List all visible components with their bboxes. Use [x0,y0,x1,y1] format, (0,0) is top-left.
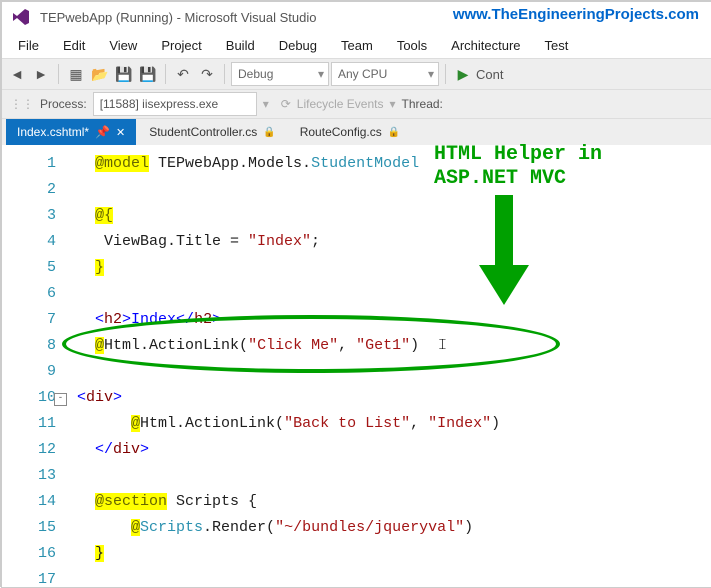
code-line [68,567,711,588]
platform-dropdown[interactable]: Any CPU [331,62,439,86]
process-label: Process: [40,97,87,111]
save-all-icon[interactable]: 💾 [137,63,159,85]
lock-icon: 🔒 [263,127,275,138]
tab-label: RouteConfig.cs [300,125,382,139]
tab-routeconfig[interactable]: RouteConfig.cs 🔒 [289,119,412,145]
code-line: @{ [68,203,711,229]
code-line [68,177,711,203]
watermark-url: www.TheEngineeringProjects.com [453,6,699,23]
menu-view[interactable]: View [97,34,149,57]
code-line: } [68,255,711,281]
separator [445,64,446,84]
tab-studentcontroller[interactable]: StudentController.cs 🔒 [138,119,287,145]
menu-architecture[interactable]: Architecture [439,34,532,57]
process-dropdown[interactable]: [11588] iisexpress.exe [93,92,257,116]
close-icon[interactable]: ✕ [116,126,125,139]
lifecycle-label[interactable]: Lifecycle Events [297,97,384,111]
vs-logo-icon [10,6,32,28]
window-title: TEPwebApp (Running) - Microsoft Visual S… [40,10,317,25]
code-area[interactable]: @model TEPwebApp.Models.StudentModel @{ … [64,145,711,575]
config-dropdown[interactable]: Debug [231,62,329,86]
menu-test[interactable]: Test [533,34,581,57]
grip-icon: ⋮⋮ [10,97,34,111]
code-line: </div> [68,437,711,463]
menu-bar: File Edit View Project Build Debug Team … [2,32,711,58]
menu-tools[interactable]: Tools [385,34,439,57]
new-project-icon[interactable]: ▦ [65,63,87,85]
undo-icon[interactable]: ↶ [172,63,194,85]
code-line [68,281,711,307]
continue-icon[interactable]: ▶ [452,63,474,85]
line-gutter: 1 2 3 4 5 6 7 8 9 10 11 12 13 14 15 16 1… [2,145,64,575]
main-toolbar: ◄ ► ▦ 📂 💾 💾 ↶ ↷ Debug Any CPU ▶ Cont [2,58,711,90]
tab-index-cshtml[interactable]: Index.cshtml* 📌 ✕ [6,119,136,145]
code-line: ViewBag.Title = "Index"; [68,229,711,255]
menu-team[interactable]: Team [329,34,385,57]
separator [224,64,225,84]
tab-label: StudentController.cs [149,125,257,139]
nav-fwd-icon[interactable]: ► [30,63,52,85]
continue-label[interactable]: Cont [476,67,503,82]
separator [165,64,166,84]
arrow-down-icon [479,195,529,305]
menu-file[interactable]: File [6,34,51,57]
code-editor[interactable]: 1 2 3 4 5 6 7 8 9 10 11 12 13 14 15 16 1… [2,145,711,575]
redo-icon[interactable]: ↷ [196,63,218,85]
pin-icon[interactable]: 📌 [95,125,110,139]
nav-back-icon[interactable]: ◄ [6,63,28,85]
code-line: @section Scripts { [68,489,711,515]
code-line: - <div> [68,385,711,411]
menu-project[interactable]: Project [149,34,213,57]
code-line: @Html.ActionLink("Back to List", "Index"… [68,411,711,437]
menu-debug[interactable]: Debug [267,34,329,57]
open-file-icon[interactable]: 📂 [89,63,111,85]
debug-toolbar: ⋮⋮ Process: [11588] iisexpress.exe ▾ ⟳ L… [2,90,711,119]
save-icon[interactable]: 💾 [113,63,135,85]
highlight-ellipse [62,315,560,373]
code-line: @model TEPwebApp.Models.StudentModel [68,151,711,177]
code-line: } [68,541,711,567]
code-line [68,463,711,489]
menu-build[interactable]: Build [214,34,267,57]
tab-strip: Index.cshtml* 📌 ✕ StudentController.cs 🔒… [2,119,711,145]
tab-label: Index.cshtml* [17,125,89,139]
lock-icon: 🔒 [388,127,400,138]
thread-label: Thread: [402,97,443,111]
fold-icon[interactable]: - [54,393,67,406]
annotation-text: HTML Helper in ASP.NET MVC [434,143,602,191]
code-line: @Scripts.Render("~/bundles/jqueryval") [68,515,711,541]
separator [58,64,59,84]
menu-edit[interactable]: Edit [51,34,97,57]
